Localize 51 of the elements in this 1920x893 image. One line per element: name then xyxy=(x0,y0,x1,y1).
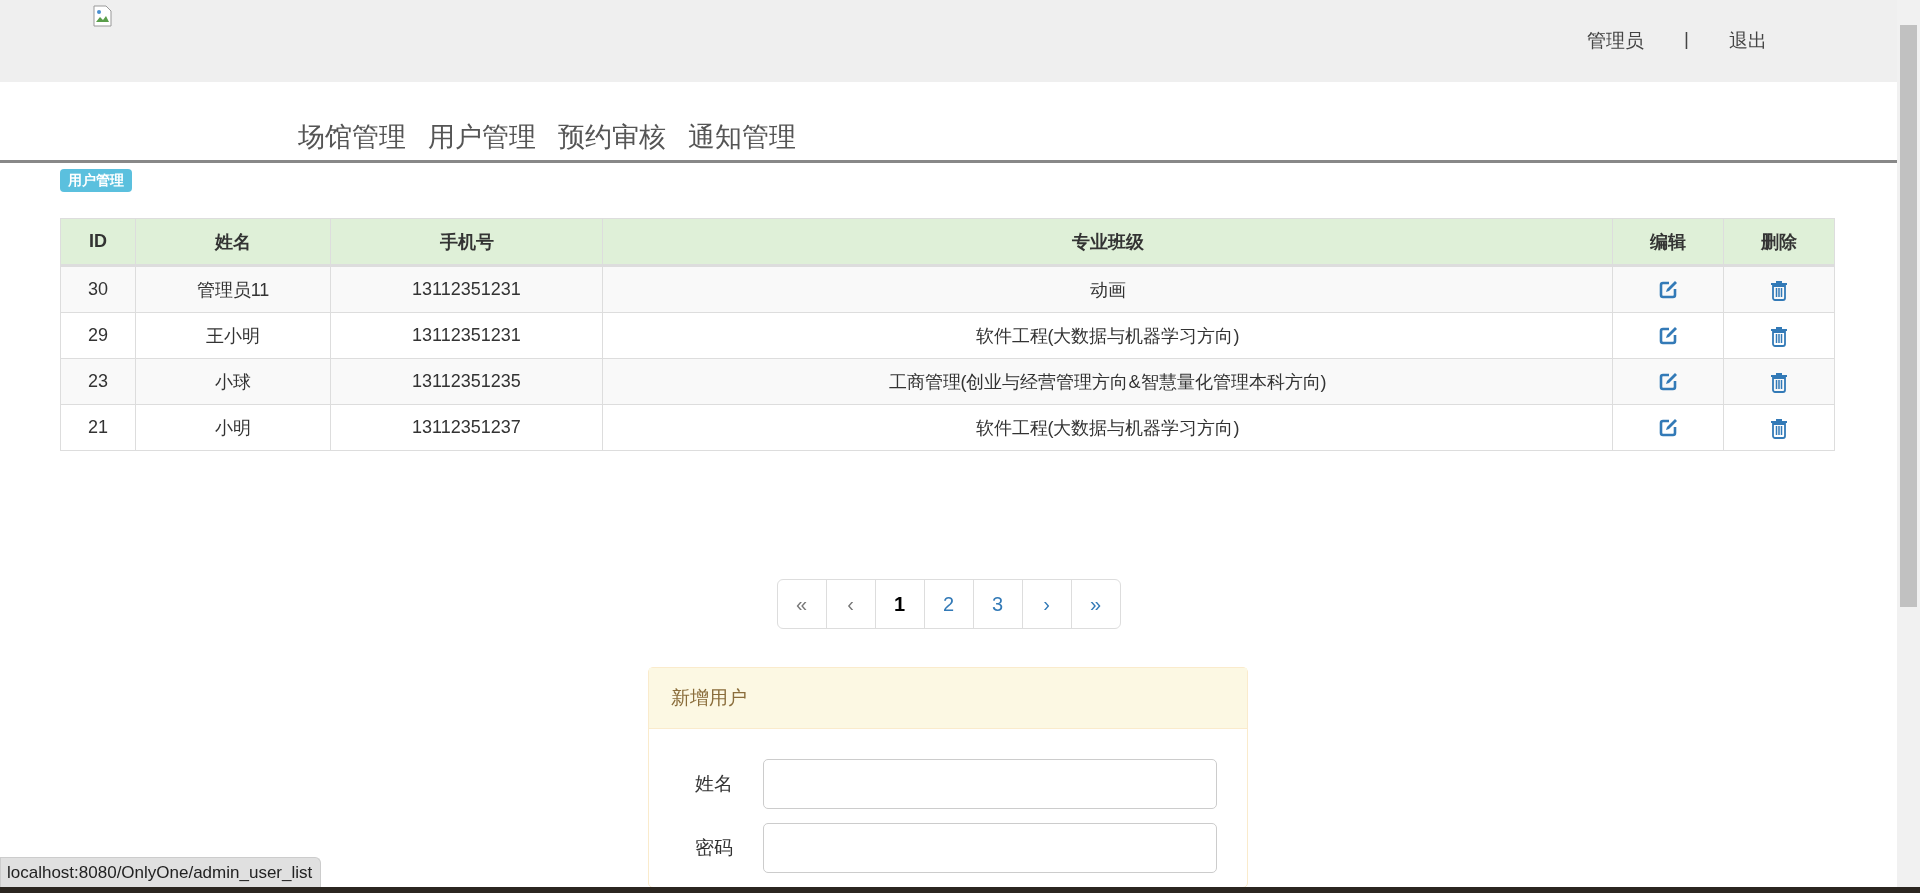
status-url: localhost:8080/OnlyOne/admin_user_list xyxy=(0,857,322,887)
column-header: 删除 xyxy=(1723,218,1835,266)
page-link[interactable]: » xyxy=(1070,580,1120,628)
table-cell: 王小明 xyxy=(135,312,331,359)
column-header: 编辑 xyxy=(1612,218,1724,266)
trash-icon[interactable] xyxy=(1770,416,1788,439)
column-header: 手机号 xyxy=(330,218,603,266)
edit-icon[interactable] xyxy=(1658,418,1678,439)
broken-image-icon xyxy=(93,5,113,27)
table-cell: 管理员11 xyxy=(135,265,331,313)
table-cell: 30 xyxy=(60,265,136,313)
edit-icon[interactable] xyxy=(1658,372,1678,393)
page-link[interactable]: 3 xyxy=(972,580,1022,628)
column-header: ID xyxy=(60,218,136,266)
nav-link[interactable]: 通知管理 xyxy=(688,118,796,156)
table-cell: 软件工程(大数据与机器学习方向) xyxy=(602,404,1613,451)
table-cell: 29 xyxy=(60,312,136,359)
table-cell: 21 xyxy=(60,404,136,451)
table-cell: 13112351231 xyxy=(330,265,603,313)
user-name[interactable]: 管理员 xyxy=(1587,28,1645,54)
section-label: 用户管理 xyxy=(60,169,132,192)
column-header: 专业班级 xyxy=(602,218,1613,266)
nav-link[interactable]: 预约审核 xyxy=(558,118,666,156)
table-cell: 动画 xyxy=(602,265,1613,313)
table-cell: 13112351235 xyxy=(330,358,603,405)
separator: | xyxy=(1684,28,1689,51)
input-field[interactable] xyxy=(763,823,1217,873)
panel-title: 新增用户 xyxy=(671,686,747,710)
page-link[interactable]: › xyxy=(1021,580,1071,628)
table-cell: 软件工程(大数据与机器学习方向) xyxy=(602,312,1613,359)
nav-link[interactable]: 用户管理 xyxy=(428,118,536,156)
logout-link[interactable]: 退出 xyxy=(1729,28,1767,54)
trash-icon[interactable] xyxy=(1770,278,1788,301)
trash-icon[interactable] xyxy=(1770,370,1788,393)
edit-icon[interactable] xyxy=(1658,326,1678,347)
page-link[interactable]: 1 xyxy=(874,580,924,628)
input-field[interactable] xyxy=(763,759,1217,809)
table-cell: 13112351237 xyxy=(330,404,603,451)
field-label: 姓名 xyxy=(694,772,734,796)
column-header: 姓名 xyxy=(135,218,331,266)
table-cell: 23 xyxy=(60,358,136,405)
field-label: 密码 xyxy=(694,836,734,860)
table-cell: 工商管理(创业与经营管理方向&智慧量化管理本科方向) xyxy=(602,358,1613,405)
table-cell: 13112351231 xyxy=(330,312,603,359)
table-cell: 小球 xyxy=(135,358,331,405)
table-cell: 小明 xyxy=(135,404,331,451)
page-link[interactable]: 2 xyxy=(923,580,973,628)
scrollbar[interactable] xyxy=(1897,0,1920,887)
edit-icon[interactable] xyxy=(1658,280,1678,301)
nav-link[interactable]: 场馆管理 xyxy=(298,118,406,156)
trash-icon[interactable] xyxy=(1770,324,1788,347)
